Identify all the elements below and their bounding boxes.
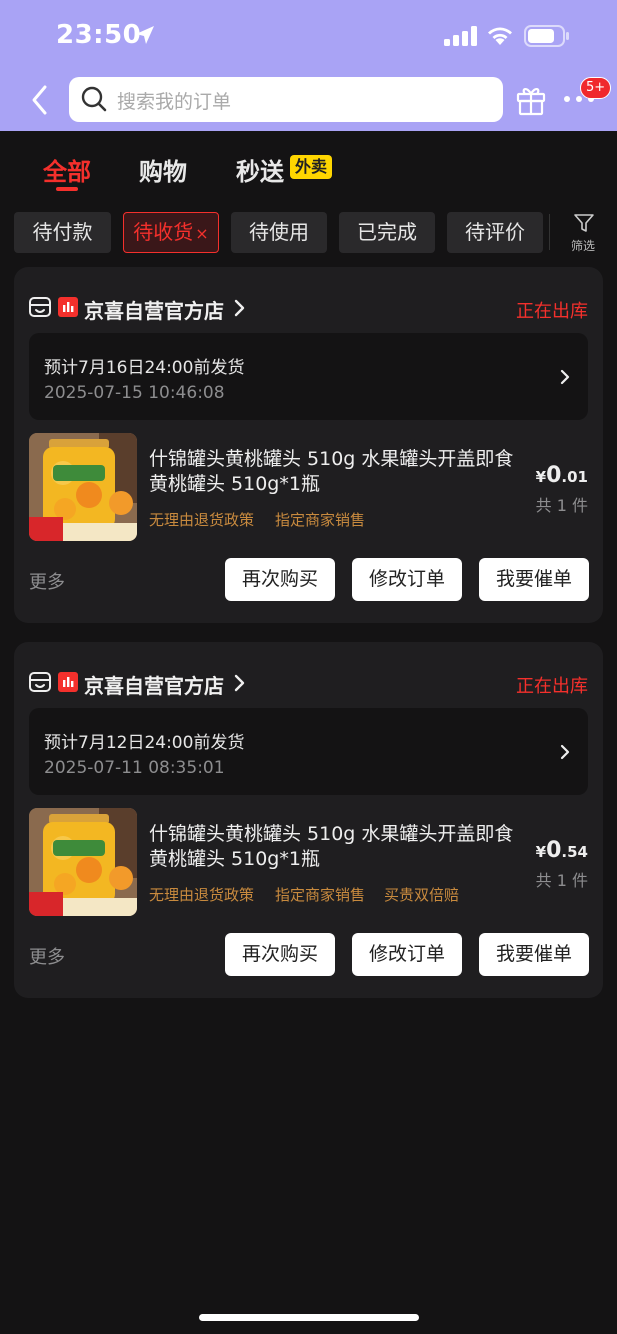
modify-order-button[interactable]: 修改订单 <box>352 558 462 601</box>
product-tag: 无理由退货政策 <box>149 886 255 904</box>
filter-pending-payment[interactable]: 待付款 <box>14 212 111 253</box>
wifi-icon <box>488 27 512 45</box>
price-decimal: .54 <box>561 843 588 861</box>
shipping-info[interactable]: 预计7月12日24:00前发货 2025-07-11 08:35:01 <box>29 708 588 795</box>
order-card[interactable]: 京喜自营官方店 正在出库 预计7月12日24:00前发货 2025-07-11 … <box>14 642 603 998</box>
chevron-right-icon[interactable] <box>233 674 245 692</box>
search-placeholder: 搜索我的订单 <box>117 91 232 113</box>
home-indicator[interactable] <box>199 1314 419 1321</box>
product-image[interactable] <box>29 433 137 541</box>
jingxi-logo-icon <box>58 297 78 317</box>
product-price: ¥0.54 <box>536 838 588 863</box>
product-price: ¥0.01 <box>536 463 588 488</box>
gift-icon[interactable] <box>515 84 547 116</box>
chevron-right-icon <box>560 369 570 385</box>
tab-active-underline <box>56 187 78 191</box>
product-image[interactable] <box>29 808 137 916</box>
back-chevron-icon[interactable] <box>28 84 52 116</box>
filter-pending-receipt[interactable]: 待收货 × <box>123 212 219 253</box>
store-name[interactable]: 京喜自营官方店 <box>84 295 224 324</box>
filter-pending-receipt-label: 待收货 <box>133 220 194 244</box>
modify-order-button[interactable]: 修改订单 <box>352 933 462 976</box>
more-link[interactable]: 更多 <box>29 943 65 969</box>
tab-instant-delivery[interactable]: 秒送 <box>236 152 284 187</box>
store-icon <box>29 297 51 317</box>
product-tag: 指定商家销售 <box>275 511 366 529</box>
takeout-badge: 外卖 <box>290 155 333 179</box>
peach-jar-illustration <box>29 808 137 916</box>
product-tag: 无理由退货政策 <box>149 511 255 529</box>
location-arrow-icon <box>136 26 154 44</box>
close-icon[interactable]: × <box>195 224 208 243</box>
urge-order-button[interactable]: 我要催单 <box>479 933 589 976</box>
filter-funnel-icon[interactable] <box>573 212 595 234</box>
order-card[interactable]: 京喜自营官方店 正在出库 预计7月16日24:00前发货 2025-07-15 … <box>14 267 603 623</box>
price-decimal: .01 <box>561 468 588 486</box>
order-time: 2025-07-11 08:35:01 <box>44 758 225 778</box>
product-title[interactable]: 什锦罐头黄桃罐头 510g 水果罐头开盖即食 黄桃罐头 510g*1瓶 <box>149 447 519 497</box>
filter-pending-review[interactable]: 待评价 <box>447 212 543 253</box>
filter-button-label[interactable]: 筛选 <box>571 237 595 254</box>
order-status: 正在出库 <box>516 676 588 697</box>
cellular-signal-icon <box>444 26 477 46</box>
store-name[interactable]: 京喜自营官方店 <box>84 670 224 699</box>
search-icon <box>81 86 107 112</box>
battery-icon <box>524 25 569 47</box>
shipping-estimate: 预计7月12日24:00前发货 <box>44 733 245 753</box>
filter-pending-use[interactable]: 待使用 <box>231 212 327 253</box>
tab-shopping[interactable]: 购物 <box>139 152 187 187</box>
filter-divider <box>549 214 550 250</box>
chevron-right-icon <box>560 744 570 760</box>
shipping-estimate: 预计7月16日24:00前发货 <box>44 358 245 378</box>
peach-jar-illustration <box>29 433 137 541</box>
order-status: 正在出库 <box>516 301 588 322</box>
buy-again-button[interactable]: 再次购买 <box>225 558 335 601</box>
price-integer: 0 <box>546 463 562 488</box>
order-time: 2025-07-15 10:46:08 <box>44 383 225 403</box>
top-header: 23:50 搜索我的订单 5+ <box>0 0 617 131</box>
notification-badge: 5+ <box>580 77 612 99</box>
product-title[interactable]: 什锦罐头黄桃罐头 510g 水果罐头开盖即食 黄桃罐头 510g*1瓶 <box>149 822 519 872</box>
product-quantity: 共 1 件 <box>535 871 588 890</box>
filter-completed[interactable]: 已完成 <box>339 212 435 253</box>
more-link[interactable]: 更多 <box>29 568 65 594</box>
product-tag: 买贵双倍赔 <box>384 886 460 904</box>
price-integer: 0 <box>546 838 562 863</box>
urge-order-button[interactable]: 我要催单 <box>479 558 589 601</box>
price-symbol: ¥ <box>535 843 547 861</box>
search-input[interactable]: 搜索我的订单 <box>69 77 503 122</box>
status-time: 23:50 <box>56 20 142 50</box>
tab-all[interactable]: 全部 <box>43 152 91 187</box>
product-tag: 指定商家销售 <box>275 886 366 904</box>
buy-again-button[interactable]: 再次购买 <box>225 933 335 976</box>
jingxi-logo-icon <box>58 672 78 692</box>
price-symbol: ¥ <box>535 468 547 486</box>
store-icon <box>29 672 51 692</box>
product-quantity: 共 1 件 <box>535 496 588 515</box>
shipping-info[interactable]: 预计7月16日24:00前发货 2025-07-15 10:46:08 <box>29 333 588 420</box>
chevron-right-icon[interactable] <box>233 299 245 317</box>
